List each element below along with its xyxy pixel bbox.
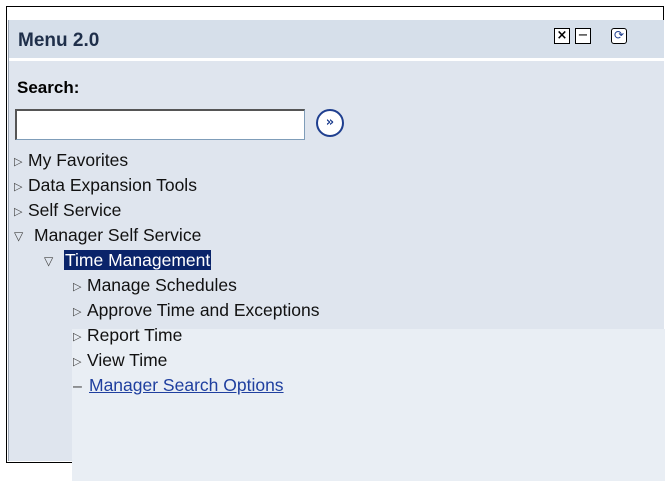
menu-item-approve-time-and-exceptions[interactable]: ▷ Approve Time and Exceptions <box>73 298 320 322</box>
menu-item-my-favorites[interactable]: ▷ My Favorites <box>14 148 128 172</box>
menu-item-label: Manager Self Service <box>34 225 202 245</box>
menu-item-time-management[interactable]: ▽ Time Management <box>44 248 212 272</box>
expand-arrow-icon: ▷ <box>14 180 23 193</box>
expand-arrow-icon: ▷ <box>73 305 82 318</box>
leaf-dash-icon: – <box>73 378 82 395</box>
search-label: Search: <box>17 78 80 97</box>
menu-title: Menu 2.0 <box>18 30 100 51</box>
menu-item-report-time[interactable]: ▷ Report Time <box>73 323 182 347</box>
menu-item-link[interactable]: Manager Search Options <box>89 375 284 395</box>
menu-item-label: Report Time <box>87 325 183 345</box>
expand-arrow-icon: ▷ <box>14 205 23 218</box>
menu-titlebar: Menu 2.0 × − ⟳ <box>9 20 664 61</box>
menu-item-label: Approve Time and Exceptions <box>87 300 320 320</box>
menu-item-self-service[interactable]: ▷ Self Service <box>14 198 121 222</box>
refresh-icon[interactable]: ⟳ <box>611 28 627 44</box>
expand-arrow-icon: ▷ <box>73 355 82 368</box>
search-input[interactable] <box>15 109 305 140</box>
minimize-icon[interactable]: − <box>575 28 591 44</box>
expand-arrow-icon: ▷ <box>14 155 23 168</box>
menu-item-label: View Time <box>87 350 168 370</box>
close-icon[interactable]: × <box>554 28 570 44</box>
expand-arrow-icon: ▷ <box>73 330 82 343</box>
menu-item-label: Time Management <box>64 250 212 270</box>
menu-item-label: Self Service <box>28 200 122 220</box>
collapse-arrow-icon: ▽ <box>44 254 54 268</box>
menu-item-label: Manage Schedules <box>87 275 237 295</box>
search-go-button[interactable]: » <box>316 109 344 137</box>
menu-item-data-expansion-tools[interactable]: ▷ Data Expansion Tools <box>14 173 197 197</box>
menu-panel: Menu 2.0 × − ⟳ Search: » ▷ My Favorites ▷… <box>8 20 665 481</box>
menu-item-manager-self-service[interactable]: ▽ Manager Self Service <box>14 223 201 247</box>
menu-item-label: My Favorites <box>28 150 129 170</box>
menu-item-manager-search-options[interactable]: – Manager Search Options <box>73 373 284 397</box>
menu-item-manage-schedules[interactable]: ▷ Manage Schedules <box>73 273 237 297</box>
menu-item-view-time[interactable]: ▷ View Time <box>73 348 167 372</box>
collapse-arrow-icon: ▽ <box>14 229 24 243</box>
menu-item-label: Data Expansion Tools <box>28 175 197 195</box>
expand-arrow-icon: ▷ <box>73 280 82 293</box>
